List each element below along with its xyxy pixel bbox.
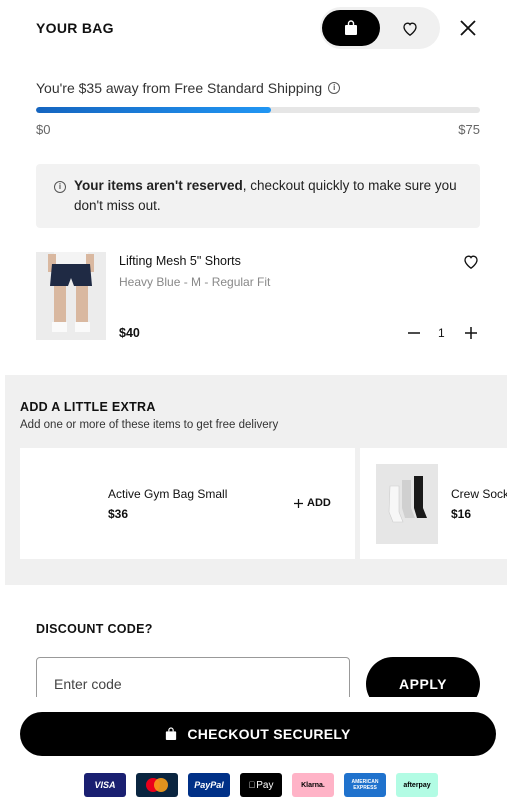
upsell-title: ADD A LITTLE EXTRA	[20, 400, 156, 414]
add-upsell-button[interactable]: ADD	[294, 497, 331, 509]
checkout-label: CHECKOUT SECURELY	[187, 726, 351, 742]
notice-bold-text: Your items aren't reserved	[74, 178, 243, 193]
minus-icon	[408, 332, 420, 334]
close-icon	[460, 20, 476, 36]
info-icon[interactable]: i	[328, 82, 341, 94]
paypal-logo: PayPal	[188, 773, 230, 797]
checkout-footer: CHECKOUT SECURELY VISA PayPal Pay Klarna. A…	[0, 697, 514, 812]
reservation-notice: i Your items aren't reserved, checkout q…	[36, 164, 480, 228]
visa-logo: VISA	[84, 773, 126, 797]
plus-icon	[465, 327, 477, 339]
page-title: YOUR BAG	[36, 20, 114, 36]
add-label: ADD	[307, 497, 331, 509]
klarna-logo: Klarna.	[292, 773, 334, 797]
bag-header: YOUR BAG	[0, 0, 514, 56]
product-price: $40	[119, 326, 140, 340]
upsell-subtitle: Add one or more of these items to get fr…	[20, 419, 279, 431]
heart-icon	[464, 255, 478, 269]
quantity-increase-button[interactable]	[463, 325, 479, 341]
shipping-progress-bar	[36, 107, 480, 113]
plus-icon	[294, 498, 303, 508]
quantity-value: 1	[438, 326, 445, 340]
upsell-card[interactable]: Crew Socks $16	[360, 448, 507, 559]
progress-max-label: $75	[458, 122, 480, 137]
checkout-button[interactable]: CHECKOUT SECURELY	[20, 712, 496, 756]
wishlist-button[interactable]	[463, 254, 479, 270]
shopping-bag-icon	[166, 727, 177, 740]
bag-wishlist-toggle	[320, 7, 440, 49]
upsell-product-name: Active Gym Bag Small	[108, 487, 228, 501]
apple-pay-logo: Pay	[240, 773, 282, 797]
upsell-section: ADD A LITTLE EXTRA Add one or more of th…	[5, 375, 507, 585]
discount-title: DISCOUNT CODE?	[36, 622, 153, 636]
mastercard-logo	[136, 773, 178, 797]
shipping-message-text: You're $35 away from Free Standard Shipp…	[36, 80, 323, 96]
payment-methods: VISA PayPal Pay Klarna. AMERICAN EXPRESS aft…	[84, 773, 438, 797]
info-icon: i	[54, 181, 66, 193]
shipping-message: You're $35 away from Free Standard Shipp…	[36, 80, 341, 96]
shipping-progress-fill	[36, 107, 272, 113]
product-variant: Heavy Blue - M - Regular Fit	[119, 275, 271, 289]
close-button[interactable]	[456, 16, 480, 40]
product-image[interactable]	[36, 252, 106, 340]
upsell-product-name: Crew Socks	[451, 487, 507, 501]
upsell-product-image	[376, 464, 438, 544]
heart-icon	[403, 21, 417, 36]
shopping-bag-icon	[345, 20, 357, 35]
product-name[interactable]: Lifting Mesh 5" Shorts	[119, 254, 241, 268]
upsell-card[interactable]: Active Gym Bag Small $36 ADD	[20, 448, 355, 559]
afterpay-logo: afterpay	[396, 773, 438, 797]
quantity-decrease-button[interactable]	[406, 325, 422, 341]
bag-tab[interactable]	[322, 10, 380, 46]
upsell-product-price: $16	[451, 507, 472, 521]
wishlist-tab[interactable]	[386, 10, 434, 46]
progress-min-label: $0	[36, 122, 51, 137]
upsell-product-price: $36	[108, 507, 129, 521]
amex-logo: AMERICAN EXPRESS	[344, 773, 386, 797]
